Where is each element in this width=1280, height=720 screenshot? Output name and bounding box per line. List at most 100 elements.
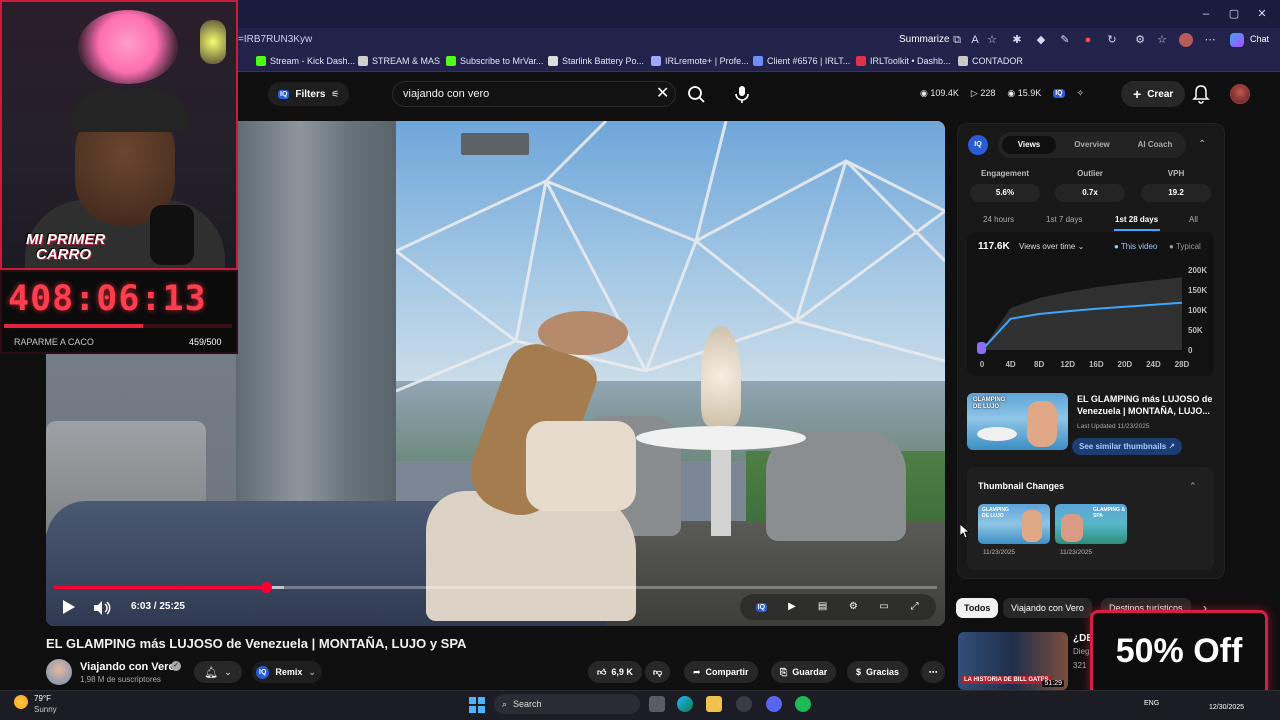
- more-actions-button[interactable]: ⋯: [921, 661, 945, 683]
- extension-refresh-icon[interactable]: ↻: [1105, 33, 1119, 47]
- tab-overview[interactable]: Overview: [1064, 136, 1120, 154]
- metric-value: 19.2: [1141, 184, 1211, 202]
- chevron-down-icon: ⌄: [224, 666, 232, 677]
- favorites-icon[interactable]: ☆: [1155, 33, 1169, 47]
- bookmark-item[interactable]: IRLToolkit • Dashb...: [856, 56, 951, 66]
- bookmark-item[interactable]: Starlink Battery Po...: [548, 56, 644, 66]
- clear-search-icon[interactable]: ✕: [656, 85, 669, 103]
- play-icon[interactable]: [59, 598, 77, 616]
- bookmark-favicon-icon: [548, 56, 558, 66]
- notifications-bell-icon[interactable]: [1192, 84, 1210, 104]
- progress-scrubber[interactable]: [260, 582, 272, 593]
- thumbnail-overlay-text: GLAMPING DE LUJO: [982, 507, 1009, 519]
- see-similar-thumbnails-button[interactable]: See similar thumbnails ↗: [1072, 438, 1183, 455]
- language-indicator[interactable]: ENG: [1144, 700, 1159, 707]
- url-text[interactable]: =IRB7RUN3Kyw: [238, 34, 312, 45]
- save-button[interactable]: ⎘ Guardar: [771, 661, 837, 683]
- range-tab[interactable]: 24 hours: [983, 215, 1014, 224]
- extension-settings-icon[interactable]: ⚙: [1133, 33, 1147, 47]
- autoplay-icon[interactable]: ▶: [784, 600, 800, 614]
- edge-browser-icon[interactable]: [677, 696, 693, 712]
- theater-mode-icon[interactable]: ▭: [876, 600, 892, 614]
- taskbar-search[interactable]: ⌕ Search: [494, 694, 640, 714]
- search-icon[interactable]: [685, 83, 709, 105]
- chip-channel[interactable]: Viajando con Vero: [1003, 598, 1092, 618]
- views-metric-dropdown[interactable]: Views over time ⌄: [1019, 242, 1084, 251]
- screenshot-icon[interactable]: ⧉: [950, 33, 964, 47]
- favorite-star-icon[interactable]: ☆: [985, 33, 999, 47]
- subtitles-icon[interactable]: ▤: [815, 600, 831, 614]
- iq-menu-icon[interactable]: IQ: [1053, 89, 1065, 98]
- range-tab[interactable]: 1st 7 days: [1046, 215, 1082, 224]
- range-tab[interactable]: All: [1189, 215, 1198, 224]
- close-window-icon[interactable]: ✕: [1255, 7, 1269, 21]
- thumbnail-person: [1061, 514, 1083, 542]
- thumbnail-change-item[interactable]: GLAMPING DE LUJO: [978, 504, 1050, 544]
- extension-tools-icon[interactable]: ✱: [1010, 33, 1024, 47]
- like-button[interactable]: 👍︎ 6,9 K: [588, 661, 642, 683]
- summarize-button[interactable]: Summarize: [899, 34, 950, 45]
- typical-area: [982, 277, 1182, 350]
- progress-played: [54, 586, 266, 589]
- obs-icon[interactable]: [736, 696, 752, 712]
- bookmark-item[interactable]: Client #6576 | IRLT...: [753, 56, 850, 66]
- bookmark-item[interactable]: CONTADOR: [958, 56, 1023, 66]
- account-avatar[interactable]: [1230, 84, 1250, 104]
- share-button[interactable]: ➦ Compartir: [684, 661, 758, 683]
- sun-icon[interactable]: [14, 695, 28, 709]
- spotify-icon[interactable]: [795, 696, 811, 712]
- settings-gear-icon[interactable]: ⚙: [845, 600, 861, 614]
- tab-ai-coach[interactable]: AI Coach: [1126, 136, 1184, 154]
- bookmark-item[interactable]: STREAM & MAS: [358, 56, 440, 66]
- windows-start-icon[interactable]: [469, 697, 485, 713]
- video-frame-plant: [701, 326, 741, 426]
- read-aloud-icon[interactable]: A: [968, 33, 982, 47]
- chevron-up-icon[interactable]: ⌃: [1189, 481, 1197, 492]
- bookmark-item[interactable]: Stream - Kick Dash...: [256, 56, 355, 66]
- tab-views[interactable]: Views: [1002, 136, 1056, 154]
- channel-avatar[interactable]: [46, 659, 72, 685]
- taskbar-date[interactable]: 12/30/2025: [1209, 704, 1244, 711]
- iq-player-icon[interactable]: IQ: [753, 600, 769, 614]
- subscribed-bell-button[interactable]: 🔔︎ ⌄: [194, 661, 242, 683]
- lightbulb-icon[interactable]: ✧: [1077, 88, 1085, 99]
- extension-pen-icon[interactable]: ✎: [1058, 33, 1072, 47]
- channel-name[interactable]: Viajando con Vero: [80, 661, 175, 673]
- chat-label[interactable]: Chat: [1250, 34, 1269, 44]
- bookmark-favicon-icon: [753, 56, 763, 66]
- extension-red-icon[interactable]: ●: [1081, 33, 1095, 47]
- minimize-icon[interactable]: –: [1199, 7, 1213, 21]
- volume-icon[interactable]: [92, 599, 112, 617]
- weather-temperature[interactable]: 79°F: [34, 694, 51, 703]
- goal-count: 459/500: [189, 337, 222, 347]
- maximize-icon[interactable]: ▢: [1227, 7, 1241, 21]
- search-input[interactable]: viajando con vero: [392, 81, 676, 107]
- task-view-icon[interactable]: [649, 696, 665, 712]
- related-thumbnail[interactable]: GLAMPING DE LUJO: [967, 393, 1068, 450]
- file-explorer-icon[interactable]: [706, 696, 722, 712]
- mouse-cursor-icon: [960, 524, 970, 538]
- bookmark-item[interactable]: IRLremote+ | Profe...: [651, 56, 749, 66]
- thumbnail-change-item[interactable]: GLAMPING & SPA: [1055, 504, 1127, 544]
- bookmark-item[interactable]: Subscribe to MrVar...: [446, 56, 543, 66]
- dislike-button[interactable]: 👎︎: [645, 661, 671, 683]
- more-menu-icon[interactable]: ⋯: [1203, 33, 1217, 47]
- thanks-button[interactable]: $ Gracias: [847, 661, 909, 683]
- extension-diamond-icon[interactable]: ◆: [1034, 33, 1048, 47]
- discord-icon[interactable]: [766, 696, 782, 712]
- recommended-thumbnail[interactable]: LA HISTORIA DE BILL GATES 51:29: [958, 632, 1068, 690]
- filters-button[interactable]: IQ Filters ⚟: [268, 82, 350, 106]
- weather-condition[interactable]: Sunny: [34, 705, 57, 714]
- copilot-icon[interactable]: [1230, 33, 1244, 47]
- fullscreen-icon[interactable]: ⤢: [907, 600, 923, 614]
- thumbnail-person: [1022, 510, 1042, 542]
- profile-icon[interactable]: [1179, 33, 1193, 47]
- chevron-up-icon[interactable]: ⌃: [1198, 139, 1206, 150]
- microphone-icon[interactable]: [730, 83, 754, 105]
- remix-button[interactable]: IQ Remix ⌄: [252, 661, 322, 683]
- range-tab[interactable]: 1st 28 days: [1115, 215, 1158, 224]
- chip-all[interactable]: Todos: [956, 598, 999, 618]
- x-tick-label: 12D: [1060, 360, 1075, 369]
- create-button[interactable]: + Crear: [1121, 81, 1186, 107]
- related-video-title[interactable]: EL GLAMPING más LUJOSO de Venezuela | MO…: [1077, 393, 1217, 417]
